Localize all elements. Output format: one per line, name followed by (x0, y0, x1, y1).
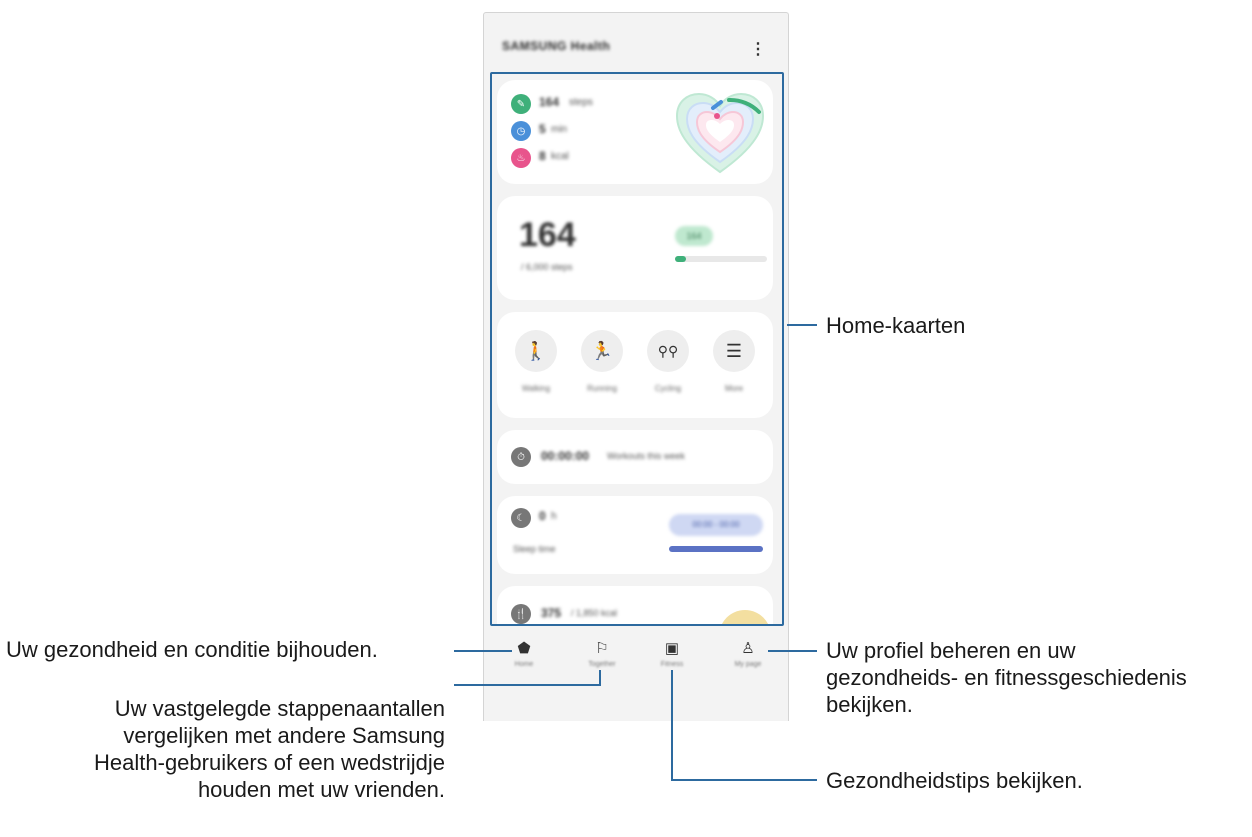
exercise-card: 🚶 Walking 🏃 Running ⚲⚲ Cycling ☰ More (497, 312, 773, 418)
bottom-navigation: ⬟ Home ⚐ Together ▣ Fitness ♙ My page (484, 631, 788, 721)
callout-fitness: Gezondheidstips bekijken. (826, 768, 1083, 793)
steps-progress-fill (675, 256, 687, 262)
activity-heart-chart (675, 92, 765, 174)
nav-my-page[interactable]: ♙ My page (718, 639, 778, 679)
steps-goal: / 6,000 steps (521, 262, 573, 272)
food-text: / 1,850 kcal (571, 608, 618, 618)
workout-timer-card[interactable]: ⏱ 00:00:00 Workouts this week (497, 430, 773, 484)
steps-card[interactable]: 164 / 6,000 steps 164 (497, 196, 773, 300)
exercise-label: Running (587, 384, 617, 393)
list-icon[interactable]: ☰ (713, 330, 755, 372)
steps-badge: 164 (675, 226, 713, 246)
nav-home[interactable]: ⬟ Home (494, 639, 554, 679)
phone-screen: SAMSUNG Health ⋮ ✎ 164 steps ◷ 5 min ♨ 8… (483, 12, 789, 721)
steps-progress-track (675, 256, 767, 262)
nav-label: Fitness (660, 661, 684, 668)
walk-icon[interactable]: 🚶 (515, 330, 557, 372)
callout-together-line: Uw vastgelegde stappenaantallen (114, 696, 445, 721)
nav-together[interactable]: ⚐ Together (572, 639, 632, 679)
calendar-play-icon: ▣ (664, 640, 680, 657)
nav-label: Together (588, 661, 616, 668)
stopwatch-icon: ⏱ (511, 447, 531, 467)
callout-profile-line: bekijken. (826, 692, 913, 717)
food-chart (719, 610, 771, 624)
callout-together-line: Health-gebruikers of een wedstrijdje (94, 750, 445, 775)
more-vert-icon[interactable]: ⋮ (746, 37, 770, 61)
callout-together: Uw vastgelegde stappenaantallen vergelij… (94, 695, 445, 803)
home-icon: ⬟ (517, 640, 531, 657)
run-icon[interactable]: 🏃 (581, 330, 623, 372)
fork-knife-icon: 🍴 (511, 604, 531, 624)
calories-unit: kcal (551, 151, 569, 162)
home-cards-area: ✎ 164 steps ◷ 5 min ♨ 8 kcal 164 / 6,000… (490, 72, 784, 626)
sleep-label: Sleep time (513, 544, 556, 554)
steps-count: 164 (519, 216, 576, 254)
callout-home-cards: Home-kaarten (826, 313, 966, 338)
food-value: 375 (541, 606, 562, 620)
steps-value: 164 (539, 95, 560, 109)
app-title: SAMSUNG Health (502, 39, 611, 53)
callout-profile-line: gezondheids- en fitnessgeschiedenis (826, 665, 1187, 690)
sleep-unit: h (551, 511, 557, 522)
exercise-label: More (724, 384, 744, 393)
callout-line-fitness-h (671, 779, 817, 781)
callout-line-profile (768, 650, 817, 652)
callout-together-line: houden met uw vrienden. (197, 777, 445, 802)
calories-value: 8 (539, 149, 546, 163)
food-card[interactable]: 🍴 375 / 1,850 kcal (497, 586, 773, 624)
callout-home: Uw gezondheid en conditie bijhouden. (6, 637, 378, 662)
callout-line-home-cards (787, 324, 817, 326)
minutes-value: 5 (539, 122, 546, 136)
clock-icon: ◷ (511, 121, 531, 141)
sleep-card[interactable]: ☾ 0 h Sleep time 00:00 - 00:00 (497, 496, 773, 574)
timer-text: Workouts this week (607, 451, 685, 461)
exercise-label: Cycling (654, 384, 682, 393)
sleep-value: 0 (539, 509, 546, 523)
callout-line-together-h (454, 684, 601, 686)
exercise-label: Walking (521, 384, 551, 393)
sleep-bar (669, 546, 763, 552)
activity-card[interactable]: ✎ 164 steps ◷ 5 min ♨ 8 kcal (497, 80, 773, 184)
callout-profile: Uw profiel beheren en uw gezondheids- en… (826, 637, 1187, 718)
steps-icon: ✎ (511, 94, 531, 114)
moon-icon: ☾ (511, 508, 531, 528)
app-header: SAMSUNG Health ⋮ (484, 13, 788, 73)
callout-profile-line: Uw profiel beheren en uw (826, 638, 1076, 663)
steps-unit: steps (569, 97, 593, 108)
callout-line-fitness-v (671, 670, 673, 781)
nav-label: Home (514, 661, 534, 668)
bike-icon[interactable]: ⚲⚲ (647, 330, 689, 372)
flag-icon: ⚐ (595, 640, 609, 657)
timer-value: 00:00:00 (541, 449, 590, 463)
minutes-unit: min (551, 124, 568, 135)
nav-label: My page (734, 661, 762, 668)
flame-icon: ♨ (511, 148, 531, 168)
callout-line-home (454, 650, 512, 652)
person-icon: ♙ (741, 640, 755, 657)
callout-together-line: vergelijken met andere Samsung (123, 723, 445, 748)
sleep-badge: 00:00 - 00:00 (669, 514, 763, 536)
